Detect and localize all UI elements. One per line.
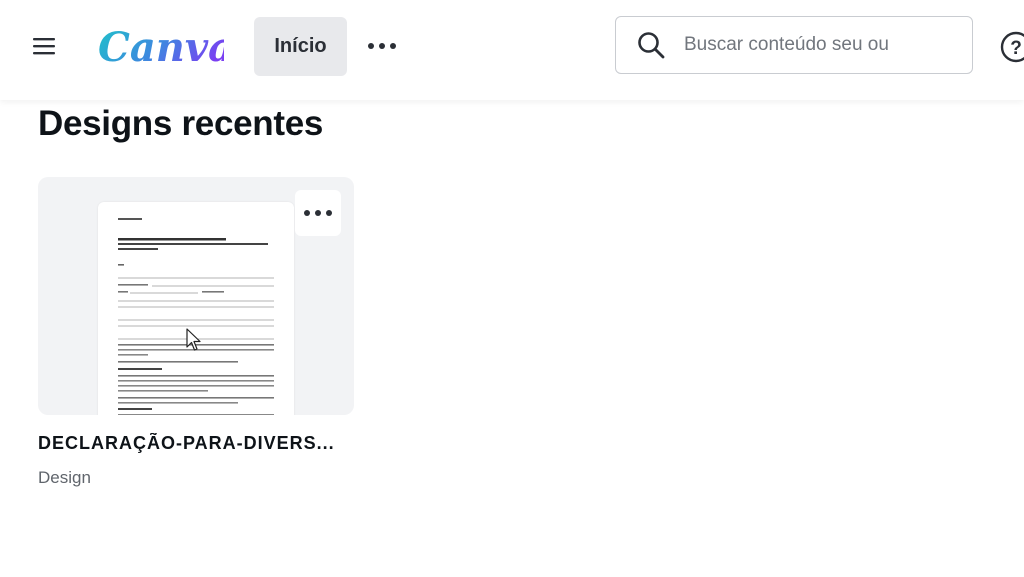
design-options-button[interactable] <box>295 190 341 236</box>
help-circle-icon[interactable]: ? <box>999 30 1024 64</box>
search-box[interactable] <box>615 16 973 74</box>
canva-logo[interactable]: Canva <box>96 18 234 74</box>
search-input[interactable] <box>682 33 926 57</box>
design-title[interactable]: DECLARAÇÃO-PARA-DIVERS... <box>38 433 354 454</box>
logo-text: Canva <box>98 24 224 71</box>
more-horizontal-icon <box>304 210 332 216</box>
document-preview <box>98 202 294 415</box>
section-title: Designs recentes <box>38 104 324 143</box>
more-horizontal-icon[interactable] <box>360 30 404 62</box>
hamburger-menu-icon[interactable] <box>24 30 64 62</box>
top-header: Canva Início ? <box>0 0 1024 100</box>
help-symbol: ? <box>1010 38 1022 59</box>
nav-home-tab[interactable]: Início <box>254 17 347 76</box>
design-type-label: Design <box>38 468 91 487</box>
document-preview-lines <box>118 218 274 415</box>
search-icon <box>638 32 665 59</box>
nav-home-label: Início <box>274 35 327 57</box>
mouse-pointer-icon <box>186 328 201 351</box>
